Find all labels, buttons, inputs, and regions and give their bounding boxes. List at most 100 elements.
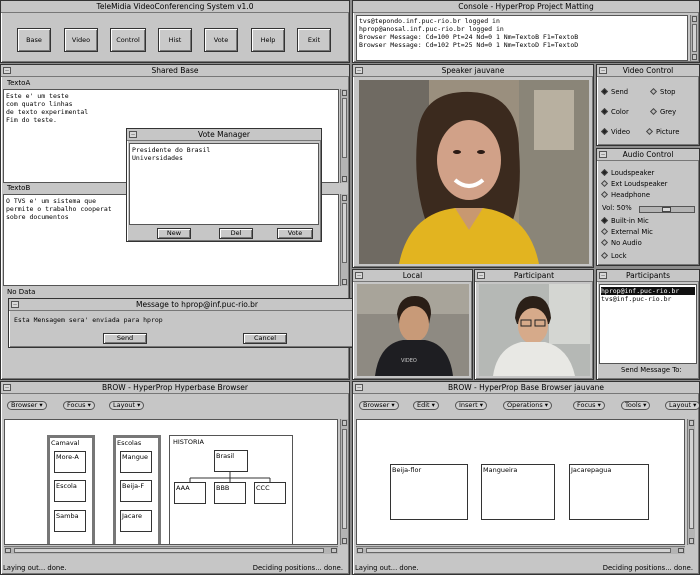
graph-node[interactable]: More-A <box>54 451 86 473</box>
video-option[interactable]: Video <box>600 127 630 136</box>
context-label: Camaval <box>51 439 80 447</box>
hyperbase-browser-title: BROW - HyperProp Hyperbase Browser <box>1 382 349 394</box>
loudspeaker-option[interactable]: Loudspeaker <box>600 168 654 177</box>
base-graph-canvas[interactable]: Beija-flor Mangueira Jacarepagua <box>356 419 685 545</box>
graph-node[interactable]: Brasil <box>214 450 248 472</box>
context-node-historia[interactable]: HISTORIA Brasil AAA BBB CCC <box>169 435 293 544</box>
no-audio-option[interactable]: No Audio <box>600 238 642 247</box>
radio-selected-icon <box>600 216 609 225</box>
tools-menu[interactable]: Tools ▾ <box>621 401 651 410</box>
focus-menu[interactable]: Focus ▾ <box>573 401 605 410</box>
list-item[interactable]: Universidades <box>132 154 316 162</box>
graph-node[interactable]: BBB <box>214 482 246 504</box>
participant-item-selected[interactable]: hprop@inf.puc-rio.br <box>601 287 695 295</box>
window-menu-icon[interactable]: – <box>599 151 607 158</box>
texto-a-scrollbar[interactable] <box>340 89 348 183</box>
graph-node[interactable]: Samba <box>54 510 86 532</box>
window-menu-icon[interactable]: – <box>355 384 363 391</box>
builtin-mic-option[interactable]: Built-in Mic <box>600 216 649 225</box>
graph-node-mangueira[interactable]: Mangueira <box>481 464 555 520</box>
layout-menu[interactable]: Layout ▾ <box>109 401 145 410</box>
external-mic-option[interactable]: External Mic <box>600 227 653 236</box>
color-option[interactable]: Color <box>600 107 629 116</box>
vote-manager-window: Vote Manager – Presidente do Brasil Univ… <box>126 128 322 242</box>
new-vote-button[interactable]: New <box>157 228 191 239</box>
window-menu-icon[interactable]: – <box>477 272 485 279</box>
graph-node-jacarepagua[interactable]: Jacarepagua <box>569 464 649 520</box>
context-label: Escolas <box>117 439 142 447</box>
video-control-window: Video Control – Send Stop Color Grey Vid… <box>596 64 700 146</box>
base-horizontal-scrollbar[interactable] <box>356 546 685 554</box>
texto-b-scrollbar[interactable] <box>340 194 348 286</box>
ext-loudspeaker-option[interactable]: Ext Loudspeaker <box>600 179 667 188</box>
graph-node[interactable]: Jacare <box>120 510 152 532</box>
volume-slider[interactable] <box>639 206 695 213</box>
hist-button[interactable]: Hist <box>158 28 192 52</box>
send-video-option[interactable]: Send <box>600 87 628 96</box>
participants-list[interactable]: hprop@inf.puc-rio.br tvs@inf.puc-rio.br <box>599 284 697 364</box>
window-menu-icon[interactable]: – <box>355 67 363 74</box>
edit-menu[interactable]: Edit ▾ <box>413 401 439 410</box>
video-button[interactable]: Video <box>64 28 98 52</box>
lock-checkbox[interactable]: Lock <box>600 251 627 260</box>
audio-control-window: Audio Control – Loudspeaker Ext Loudspea… <box>596 148 700 266</box>
context-node-carnaval[interactable]: Camaval More-A Escola Samba <box>47 435 95 544</box>
window-menu-icon[interactable]: – <box>3 384 11 391</box>
text-line: Fim do teste. <box>6 116 57 124</box>
list-item[interactable]: Presidente do Brasil <box>132 146 316 154</box>
grey-option[interactable]: Grey <box>649 107 676 116</box>
base-vertical-scrollbar[interactable] <box>687 419 695 545</box>
send-message-to-label[interactable]: Send Message To: <box>621 366 682 374</box>
window-menu-icon[interactable]: – <box>599 272 607 279</box>
graph-node-beija-flor[interactable]: Beija-flor <box>390 464 468 520</box>
window-menu-icon[interactable]: – <box>355 272 363 279</box>
window-menu-icon[interactable]: – <box>3 67 11 74</box>
local-video-frame: VIDEO <box>357 284 469 376</box>
message-input[interactable]: Esta Mensagem sera' enviada para hprop <box>12 314 382 329</box>
browser-menu[interactable]: Browser ▾ <box>359 401 399 410</box>
vote-button[interactable]: Vote <box>204 28 238 52</box>
radio-icon <box>649 87 658 96</box>
hyperbase-vertical-scrollbar[interactable] <box>340 419 348 545</box>
cancel-message-button[interactable]: Cancel <box>243 333 287 344</box>
focus-menu[interactable]: Focus ▾ <box>63 401 95 410</box>
window-menu-icon[interactable]: – <box>599 67 607 74</box>
base-button[interactable]: Base <box>17 28 51 52</box>
window-menu-icon[interactable]: – <box>11 301 19 308</box>
browser-menu[interactable]: Browser ▾ <box>7 401 47 410</box>
help-button[interactable]: Help <box>251 28 285 52</box>
message-dialog: Message to hprop@inf.puc-rio.br – Esta M… <box>8 298 386 348</box>
hyperbase-horizontal-scrollbar[interactable] <box>4 546 338 554</box>
headphone-option[interactable]: Headphone <box>600 190 650 199</box>
speaker-title: Speaker jauvane <box>353 65 593 77</box>
speaker-window: Speaker jauvane – <box>352 64 594 268</box>
layout-menu[interactable]: Layout ▾ <box>665 401 699 410</box>
picture-option[interactable]: Picture <box>645 127 679 136</box>
send-message-button[interactable]: Send <box>103 333 147 344</box>
volume-slider-thumb[interactable] <box>662 207 671 212</box>
control-button[interactable]: Control <box>110 28 146 52</box>
vote-topics-list[interactable]: Presidente do Brasil Universidades <box>129 143 319 225</box>
cast-vote-button[interactable]: Vote <box>277 228 313 239</box>
texto-b-label: TextoB <box>7 184 31 192</box>
insert-menu[interactable]: Insert ▾ <box>455 401 487 410</box>
graph-node[interactable]: Beija-F <box>120 480 152 502</box>
delete-vote-button[interactable]: Del <box>219 228 253 239</box>
context-node-escolas[interactable]: Escolas Mangue Beija-F Jacare <box>113 435 161 544</box>
vote-manager-title: Vote Manager <box>127 129 321 141</box>
graph-node[interactable]: CCC <box>254 482 286 504</box>
radio-selected-icon <box>600 127 609 136</box>
main-toolbar-window: TeleMidia VideoConferencing System v1.0 … <box>0 0 350 63</box>
console-scrollbar[interactable] <box>690 15 698 61</box>
graph-node[interactable]: AAA <box>174 482 206 504</box>
operations-menu[interactable]: Operations ▾ <box>503 401 553 410</box>
graph-node[interactable]: Escola <box>54 480 86 502</box>
stop-video-option[interactable]: Stop <box>649 87 675 96</box>
hyperbase-graph-canvas[interactable]: Camaval More-A Escola Samba Escolas Mang… <box>4 419 338 545</box>
participant-title: Participant <box>475 270 593 282</box>
graph-node[interactable]: Mangue <box>120 451 152 473</box>
radio-icon <box>645 127 654 136</box>
participant-item[interactable]: tvs@inf.puc-rio.br <box>601 295 695 303</box>
exit-button[interactable]: Exit <box>297 28 331 52</box>
window-menu-icon[interactable]: – <box>129 131 137 138</box>
